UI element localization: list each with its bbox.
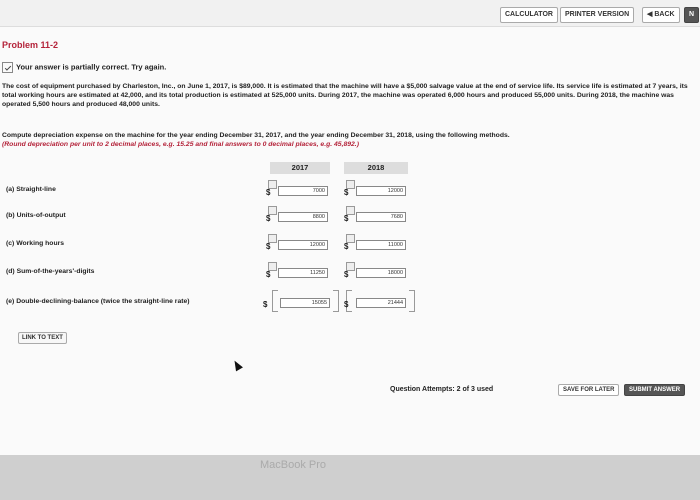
browser-screen: CALCULATOR PRINTER VERSION ◀ BACK N Prob…	[0, 0, 700, 455]
dollar-sign: $	[266, 270, 271, 279]
laptop-bezel	[0, 455, 700, 500]
double-declining-balance-2018-input[interactable]: 21444	[356, 298, 406, 308]
submit-answer-button[interactable]: SUBMIT ANSWER	[624, 384, 686, 396]
row-label-double-declining-balance: (e) Double-declining-balance (twice the …	[6, 298, 190, 305]
edit-check-icon	[2, 62, 13, 73]
dollar-sign: $	[344, 270, 349, 279]
bracket	[409, 290, 415, 312]
sum-of-years-digits-2018-input[interactable]: 18000	[356, 268, 406, 278]
bracket	[272, 290, 278, 312]
dollar-sign: $	[266, 242, 271, 251]
dollar-sign: $	[344, 214, 349, 223]
laptop-brand-label: MacBook Pro	[260, 459, 327, 471]
column-header-2017: 2017	[270, 162, 330, 174]
problem-title: Problem 11-2	[2, 40, 59, 50]
instruction-text: Compute depreciation expense on the mach…	[2, 132, 510, 139]
row-label-working-hours: (c) Working hours	[6, 240, 65, 247]
printer-version-button[interactable]: PRINTER VERSION	[560, 7, 635, 23]
save-for-later-button[interactable]: SAVE FOR LATER	[558, 384, 620, 396]
dollar-sign: $	[344, 242, 349, 251]
straight-line-2018-input[interactable]: 12000	[356, 186, 406, 196]
column-header-2018: 2018	[344, 162, 408, 174]
rounding-hint: (Round depreciation per unit to 2 decima…	[2, 141, 359, 148]
working-hours-2018-input[interactable]: 11000	[356, 240, 406, 250]
dollar-sign: $	[266, 214, 271, 223]
mouse-cursor-icon	[231, 358, 243, 372]
dollar-sign: $	[263, 300, 268, 309]
problem-description: The cost of equipment purchased by Charl…	[2, 83, 688, 108]
notice-text: Your answer is partially correct. Try ag…	[16, 62, 167, 72]
working-hours-2017-input[interactable]: 12000	[278, 240, 328, 250]
bracket	[333, 290, 339, 312]
units-of-output-2017-input[interactable]: 8800	[278, 212, 328, 222]
dollar-sign: $	[266, 188, 271, 197]
calculator-button[interactable]: CALCULATOR	[500, 7, 558, 23]
back-button[interactable]: ◀ BACK	[642, 7, 680, 23]
straight-line-2017-input[interactable]: 7000	[278, 186, 328, 196]
link-to-text-button[interactable]: LINK TO TEXT	[18, 332, 67, 344]
sum-of-years-digits-2017-input[interactable]: 11250	[278, 268, 328, 278]
row-label-sum-of-years-digits: (d) Sum-of-the-years'-digits	[6, 268, 95, 275]
dollar-sign: $	[344, 188, 349, 197]
question-attempts: Question Attempts: 2 of 3 used	[390, 386, 494, 393]
top-toolbar: CALCULATOR PRINTER VERSION ◀ BACK N	[0, 0, 700, 27]
row-label-units-of-output: (b) Units-of-output	[6, 212, 66, 219]
double-declining-balance-2017-input[interactable]: 15055	[280, 298, 330, 308]
row-label-straight-line: (a) Straight-line	[6, 186, 56, 193]
next-button[interactable]: N	[684, 7, 700, 23]
answer-status-notice: Your answer is partially correct. Try ag…	[2, 62, 166, 73]
problem-instruction: Compute depreciation expense on the mach…	[2, 131, 698, 149]
dollar-sign: $	[344, 300, 349, 309]
units-of-output-2018-input[interactable]: 7680	[356, 212, 406, 222]
photo-frame: CALCULATOR PRINTER VERSION ◀ BACK N Prob…	[0, 0, 700, 500]
